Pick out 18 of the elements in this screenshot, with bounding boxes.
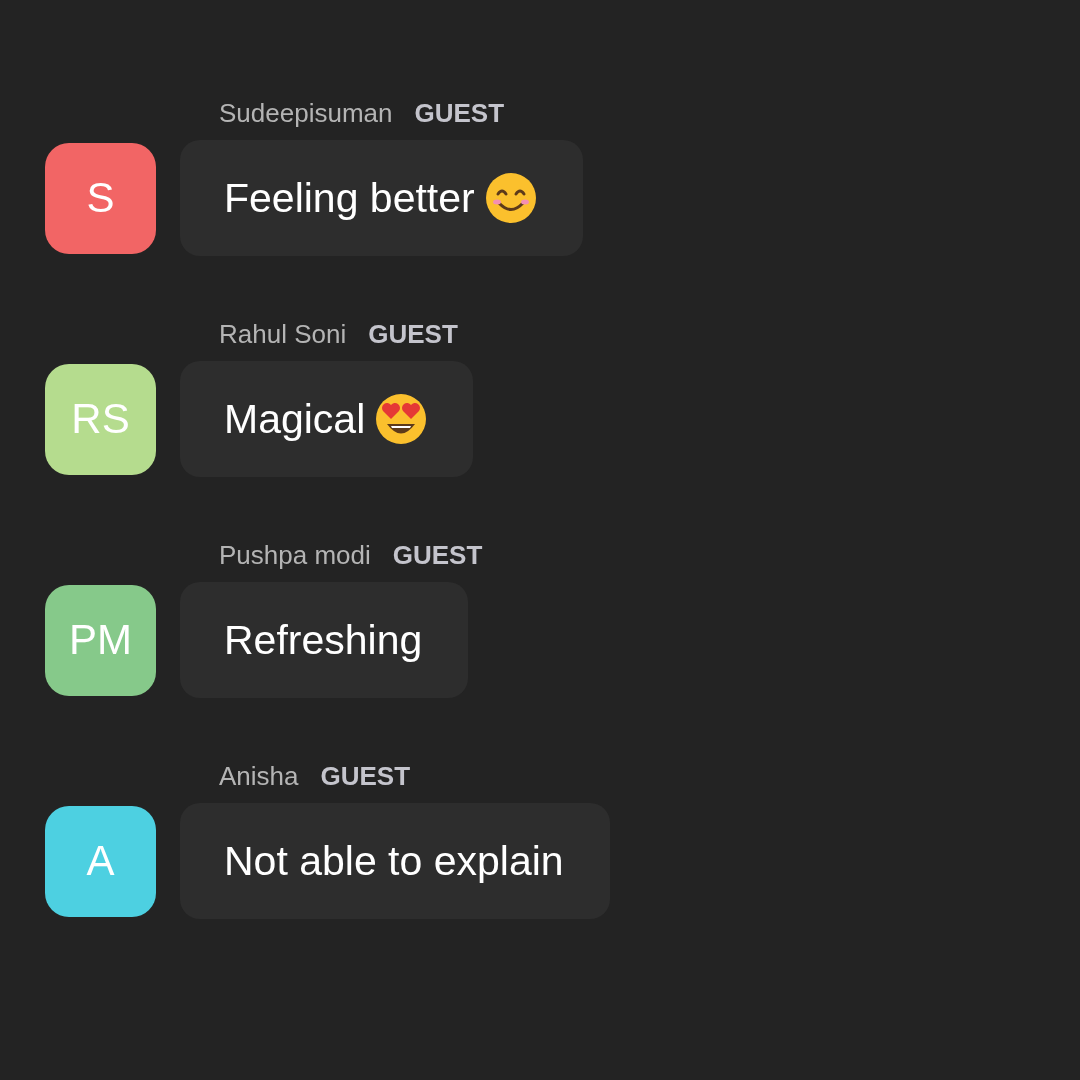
heart-eyes-face-icon: [375, 393, 428, 445]
sender-name: Rahul Soni: [219, 319, 347, 350]
smiling-face-icon: [484, 172, 537, 224]
message-text: Not able to explain: [224, 837, 564, 885]
avatar: RS: [45, 363, 156, 475]
role-label: GUEST: [414, 98, 505, 129]
sender-name: Sudeepisuman: [219, 98, 393, 129]
role-label: GUEST: [368, 319, 458, 350]
sender-name: Pushpa modi: [219, 540, 371, 571]
avatar: A: [45, 805, 156, 917]
avatar: S: [45, 142, 156, 254]
message-text: Refreshing: [224, 616, 423, 664]
message-text: Feeling better: [224, 174, 475, 222]
role-label: GUEST: [320, 761, 411, 792]
role-label: GUEST: [392, 540, 483, 571]
message-text: Magical: [224, 395, 366, 443]
sender-name: Anisha: [219, 761, 299, 792]
avatar: PM: [45, 584, 156, 696]
